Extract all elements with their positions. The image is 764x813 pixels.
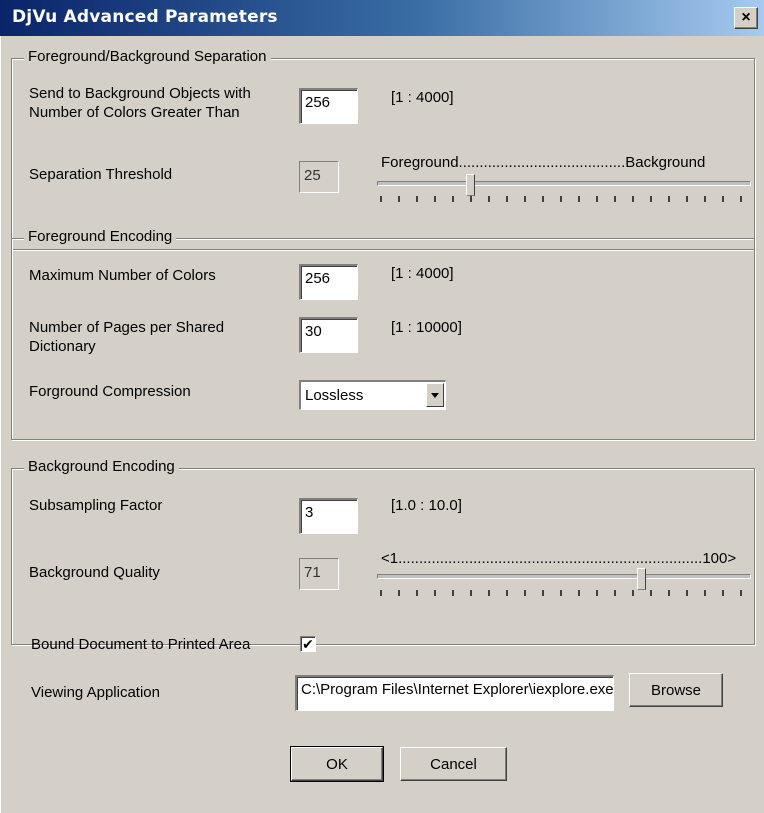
- viewing-application-input[interactable]: C:\Program Files\Internet Explorer\iexpl…: [295, 675, 614, 711]
- close-icon: ×: [741, 9, 751, 26]
- separation-threshold-value: 25: [299, 161, 339, 193]
- foreground-legend: Foreground Encoding: [24, 228, 177, 245]
- ok-button-label: OK: [326, 755, 348, 773]
- foreground-compression-label: Forground Compression: [29, 383, 191, 400]
- separation-threshold-label: Separation Threshold: [29, 166, 173, 183]
- send-to-background-label-line1: Send to Background Objects with: [29, 85, 251, 102]
- foreground-compression-value: Lossless: [305, 387, 364, 404]
- background-slider-track[interactable]: [377, 574, 751, 579]
- browse-button[interactable]: Browse: [629, 673, 723, 707]
- background-quality-value: 71: [299, 558, 339, 590]
- background-quality-label: Background Quality: [29, 564, 160, 581]
- bound-document-label: Bound Document to Printed Area: [31, 636, 251, 653]
- send-to-background-label-line2: Number of Colors Greater Than: [29, 104, 240, 121]
- separation-legend: Foreground/Background Separation: [24, 48, 271, 65]
- background-legend: Background Encoding: [24, 458, 179, 475]
- window-title: DjVu Advanced Parameters: [12, 7, 278, 27]
- ok-button[interactable]: OK: [290, 746, 384, 782]
- max-colors-label: Maximum Number of Colors: [29, 267, 216, 284]
- background-slider-caption: <1......................................…: [381, 550, 737, 567]
- close-button[interactable]: ×: [734, 7, 758, 29]
- pages-per-dictionary-input[interactable]: 30: [299, 317, 358, 353]
- dialog-body: Foreground/Background Separation Send to…: [0, 36, 764, 813]
- cancel-button-label: Cancel: [430, 755, 477, 773]
- max-colors-range: [1 : 4000]: [391, 265, 454, 282]
- background-slider-ticks: [380, 590, 750, 596]
- browse-button-label: Browse: [650, 681, 702, 699]
- foreground-compression-select[interactable]: Lossless: [299, 380, 446, 410]
- bound-document-checkbox[interactable]: ✔: [300, 636, 316, 652]
- max-colors-input[interactable]: 256: [299, 264, 358, 300]
- chevron-down-icon[interactable]: [426, 383, 444, 407]
- pages-per-dictionary-label-line1: Number of Pages per Shared: [29, 319, 225, 336]
- title-bar: DjVu Advanced Parameters ×: [0, 0, 764, 36]
- send-to-background-input[interactable]: 256: [299, 88, 358, 124]
- separation-slider-thumb[interactable]: [466, 174, 475, 196]
- cancel-button[interactable]: Cancel: [400, 747, 507, 781]
- subsampling-factor-input[interactable]: 3: [299, 498, 358, 534]
- subsampling-factor-range: [1.0 : 10.0]: [391, 497, 462, 514]
- pages-per-dictionary-range: [1 : 10000]: [391, 319, 462, 336]
- separation-slider-caption: Foreground..............................…: [381, 154, 706, 171]
- check-icon: ✔: [302, 636, 314, 652]
- viewing-application-label: Viewing Application: [31, 684, 160, 701]
- separation-slider-ticks: [380, 196, 750, 202]
- background-slider-thumb[interactable]: [637, 568, 647, 590]
- subsampling-factor-label: Subsampling Factor: [29, 497, 163, 514]
- separation-slider-track[interactable]: [377, 181, 751, 186]
- send-to-background-range: [1 : 4000]: [391, 89, 454, 106]
- pages-per-dictionary-label-line2: Dictionary: [29, 338, 96, 355]
